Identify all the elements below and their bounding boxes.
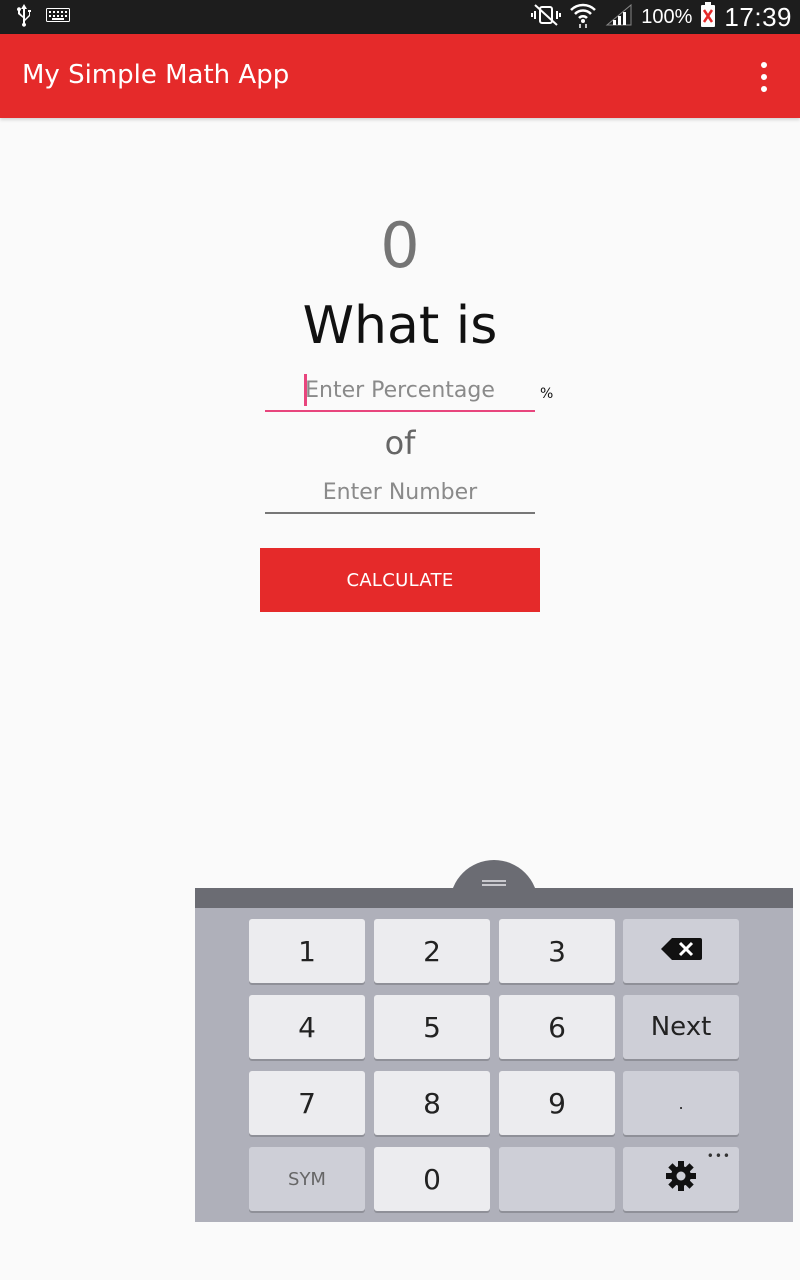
backspace-icon (660, 935, 702, 968)
settings-icon (665, 1160, 697, 1199)
wifi-icon (569, 2, 597, 33)
backspace-key[interactable] (623, 919, 739, 983)
key-3[interactable]: 3 (499, 919, 615, 983)
key-6[interactable]: 6 (499, 995, 615, 1059)
next-key[interactable]: Next (623, 995, 739, 1059)
space-key[interactable] (499, 1147, 615, 1211)
dot-key[interactable]: . (623, 1071, 739, 1135)
key-4[interactable]: 4 (249, 995, 365, 1059)
usb-icon (14, 3, 34, 32)
calculate-button[interactable]: CALCULATE (260, 548, 540, 612)
numeric-keyboard: 1 2 3 4 5 6 Next 7 8 9 . SYM 0 ••• (195, 908, 793, 1222)
key-9[interactable]: 9 (499, 1071, 615, 1135)
battery-icon (700, 1, 716, 33)
result-value: 0 (380, 209, 420, 282)
key-1[interactable]: 1 (249, 919, 365, 983)
number-input[interactable] (265, 472, 535, 514)
of-label: of (384, 424, 416, 462)
mute-vibrate-icon (531, 3, 562, 32)
sym-key[interactable]: SYM (249, 1147, 365, 1211)
keyboard-icon (46, 7, 70, 27)
battery-percent: 100% (641, 5, 693, 28)
settings-key[interactable]: ••• (623, 1147, 739, 1211)
app-bar: My Simple Math App (0, 34, 800, 118)
clock: 17:39 (724, 1, 792, 32)
key-0[interactable]: 0 (374, 1147, 490, 1211)
key-2[interactable]: 2 (374, 919, 490, 983)
key-7[interactable]: 7 (249, 1071, 365, 1135)
percent-sign: % (540, 386, 554, 402)
signal-icon (605, 3, 633, 32)
key-8[interactable]: 8 (374, 1071, 490, 1135)
more-vert-icon[interactable] (752, 62, 776, 92)
app-title: My Simple Math App (22, 60, 290, 90)
keyboard-top-bar (195, 888, 793, 908)
text-cursor (304, 374, 307, 406)
more-options-indicator: ••• (706, 1149, 731, 1163)
key-5[interactable]: 5 (374, 995, 490, 1059)
question-label: What is (302, 296, 498, 356)
status-bar: 100% 17:39 (0, 0, 800, 34)
